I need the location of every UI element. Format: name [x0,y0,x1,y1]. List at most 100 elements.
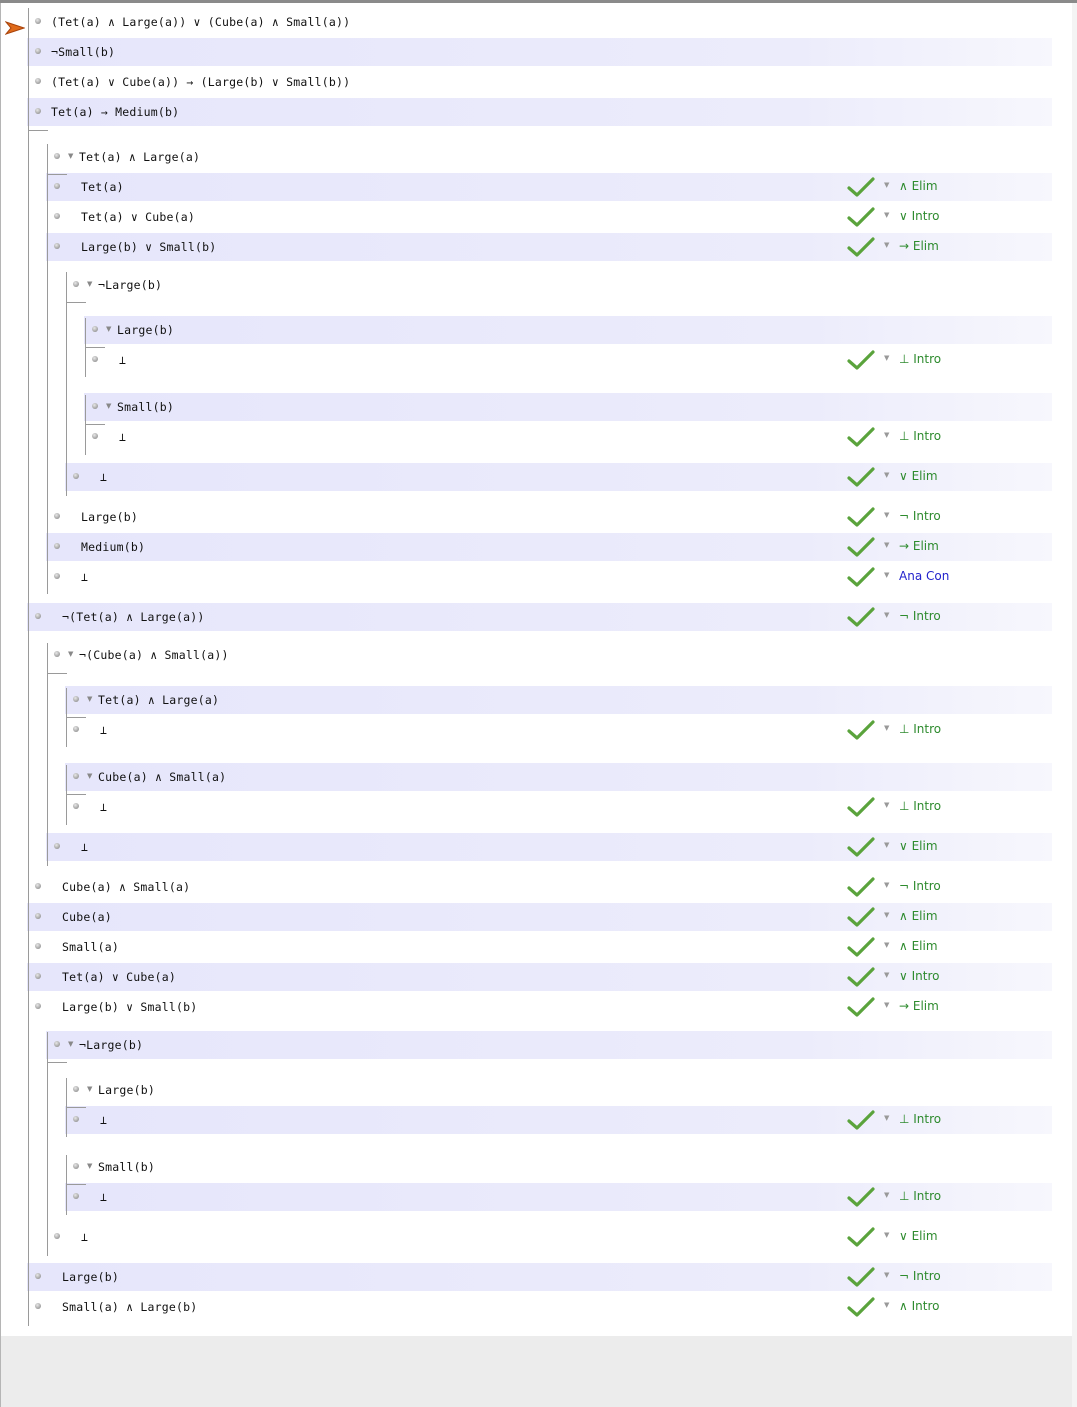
formula-text[interactable]: Large(b) [62,1270,119,1284]
collapse-caret-icon[interactable]: ▼ [87,695,92,703]
rule-dropdown-icon[interactable]: ▼ [884,841,889,849]
line-bullet-icon[interactable] [54,213,60,219]
collapse-caret-icon[interactable]: ▼ [87,1085,92,1093]
formula-text[interactable]: ⊥ [100,800,107,814]
rule-label[interactable]: ¬ Intro [899,1269,941,1283]
formula-text[interactable]: ¬(Cube(a) ∧ Small(a)) [79,648,229,662]
proof-line[interactable]: ⊥ ▼ ⊥ Intro [84,423,1052,451]
rule-dropdown-icon[interactable]: ▼ [884,1301,889,1309]
formula-text[interactable]: Cube(a) [62,910,112,924]
line-bullet-icon[interactable] [92,403,98,409]
rule-label[interactable]: ⊥ Intro [899,1189,941,1203]
line-bullet-icon[interactable] [73,1163,79,1169]
rule-dropdown-icon[interactable]: ▼ [884,241,889,249]
rule-label[interactable]: ∧ Elim [899,939,938,953]
assumption-line[interactable]: ▼ ¬Large(b) [65,271,1052,299]
formula-text[interactable]: ⊥ [119,353,126,367]
premise-line[interactable]: (Tet(a) ∧ Large(a)) ∨ (Cube(a) ∧ Small(a… [27,8,1052,36]
rule-dropdown-icon[interactable]: ▼ [884,1114,889,1122]
formula-text[interactable]: Large(b) [117,323,174,337]
formula-text[interactable]: ⊥ [81,570,88,584]
line-bullet-icon[interactable] [73,696,79,702]
formula-text[interactable]: Tet(a) ∨ Cube(a) [81,210,195,224]
rule-label[interactable]: ¬ Intro [899,879,941,893]
line-bullet-icon[interactable] [54,543,60,549]
formula-text[interactable]: Tet(a) ∧ Large(a) [98,693,219,707]
proof-line[interactable]: Cube(a) ▼ ∧ Elim [27,903,1052,931]
rule-dropdown-icon[interactable]: ▼ [884,611,889,619]
rule-label[interactable]: ⊥ Intro [899,722,941,736]
proof-line[interactable]: Cube(a) ∧ Small(a) ▼ ¬ Intro [27,873,1052,901]
formula-text[interactable]: ¬Small(b) [51,45,115,59]
formula-text[interactable]: ⊥ [81,1230,88,1244]
assumption-line[interactable]: ▼ Small(b) [84,393,1052,421]
proof-line[interactable]: Large(b) ∨ Small(b) ▼ → Elim [27,993,1052,1021]
rule-dropdown-icon[interactable]: ▼ [884,511,889,519]
line-bullet-icon[interactable] [35,78,41,84]
rule-label[interactable]: ∧ Elim [899,909,938,923]
collapse-caret-icon[interactable]: ▼ [106,402,111,410]
line-bullet-icon[interactable] [35,943,41,949]
collapse-caret-icon[interactable]: ▼ [87,772,92,780]
line-bullet-icon[interactable] [54,243,60,249]
proof-line[interactable]: ⊥ ▼ ⊥ Intro [65,1183,1052,1211]
rule-dropdown-icon[interactable]: ▼ [884,941,889,949]
assumption-line[interactable]: ▼ ¬Large(b) [46,1031,1052,1059]
formula-text[interactable]: ⊥ [100,1113,107,1127]
proof-line[interactable]: Large(b) ▼ ¬ Intro [46,503,1052,531]
formula-text[interactable]: ⊥ [119,430,126,444]
line-bullet-icon[interactable] [73,1193,79,1199]
line-bullet-icon[interactable] [73,1116,79,1122]
rule-label[interactable]: → Elim [899,239,939,253]
line-bullet-icon[interactable] [73,726,79,732]
assumption-line[interactable]: ▼ Small(b) [65,1153,1052,1181]
collapse-caret-icon[interactable]: ▼ [68,650,73,658]
formula-text[interactable]: Large(b) ∨ Small(b) [62,1000,197,1014]
proof-line[interactable]: Tet(a) ∨ Cube(a) ▼ ∨ Intro [27,963,1052,991]
rule-dropdown-icon[interactable]: ▼ [884,571,889,579]
rule-dropdown-icon[interactable]: ▼ [884,431,889,439]
line-bullet-icon[interactable] [73,473,79,479]
rule-dropdown-icon[interactable]: ▼ [884,211,889,219]
premise-line[interactable]: ¬Small(b) [27,38,1052,66]
formula-text[interactable]: Cube(a) ∧ Small(a) [62,880,190,894]
formula-text[interactable]: Tet(a) ∨ Cube(a) [62,970,176,984]
proof-line[interactable]: Tet(a) ▼ ∧ Elim [46,173,1052,201]
line-bullet-icon[interactable] [35,1303,41,1309]
assumption-line[interactable]: ▼ ¬(Cube(a) ∧ Small(a)) [46,641,1052,669]
rule-label[interactable]: ⊥ Intro [899,1112,941,1126]
rule-label[interactable]: ∧ Intro [899,1299,939,1313]
formula-text[interactable]: Medium(b) [81,540,145,554]
line-bullet-icon[interactable] [35,18,41,24]
rule-label[interactable]: ∧ Elim [899,179,938,193]
line-bullet-icon[interactable] [54,843,60,849]
rule-dropdown-icon[interactable]: ▼ [884,1191,889,1199]
line-bullet-icon[interactable] [35,913,41,919]
rule-label[interactable]: ⊥ Intro [899,429,941,443]
line-bullet-icon[interactable] [54,1233,60,1239]
formula-text[interactable]: Tet(a) → Medium(b) [51,105,179,119]
rule-label[interactable]: → Elim [899,999,939,1013]
line-bullet-icon[interactable] [54,573,60,579]
proof-line[interactable]: Tet(a) ∨ Cube(a) ▼ ∨ Intro [46,203,1052,231]
formula-text[interactable]: Tet(a) ∧ Large(a) [79,150,200,164]
formula-text[interactable]: ⊥ [100,1190,107,1204]
rule-label[interactable]: → Elim [899,539,939,553]
line-bullet-icon[interactable] [54,153,60,159]
proof-line[interactable]: ⊥ ▼ ⊥ Intro [65,716,1052,744]
formula-text[interactable]: (Tet(a) ∧ Large(a)) ∨ (Cube(a) ∧ Small(a… [51,15,350,29]
rule-dropdown-icon[interactable]: ▼ [884,1001,889,1009]
formula-text[interactable]: (Tet(a) ∨ Cube(a)) → (Large(b) ∨ Small(b… [51,75,350,89]
rule-dropdown-icon[interactable]: ▼ [884,724,889,732]
formula-text[interactable]: Small(a) ∧ Large(b) [62,1300,197,1314]
proof-line[interactable]: Small(a) ∧ Large(b) ▼ ∧ Intro [27,1293,1052,1321]
line-bullet-icon[interactable] [54,183,60,189]
line-bullet-icon[interactable] [73,773,79,779]
formula-text[interactable]: Tet(a) [81,180,124,194]
line-bullet-icon[interactable] [54,651,60,657]
line-bullet-icon[interactable] [35,48,41,54]
assumption-line[interactable]: ▼ Large(b) [65,1076,1052,1104]
assumption-line[interactable]: ▼ Cube(a) ∧ Small(a) [65,763,1052,791]
formula-text[interactable]: ⊥ [81,840,88,854]
rule-dropdown-icon[interactable]: ▼ [884,1231,889,1239]
